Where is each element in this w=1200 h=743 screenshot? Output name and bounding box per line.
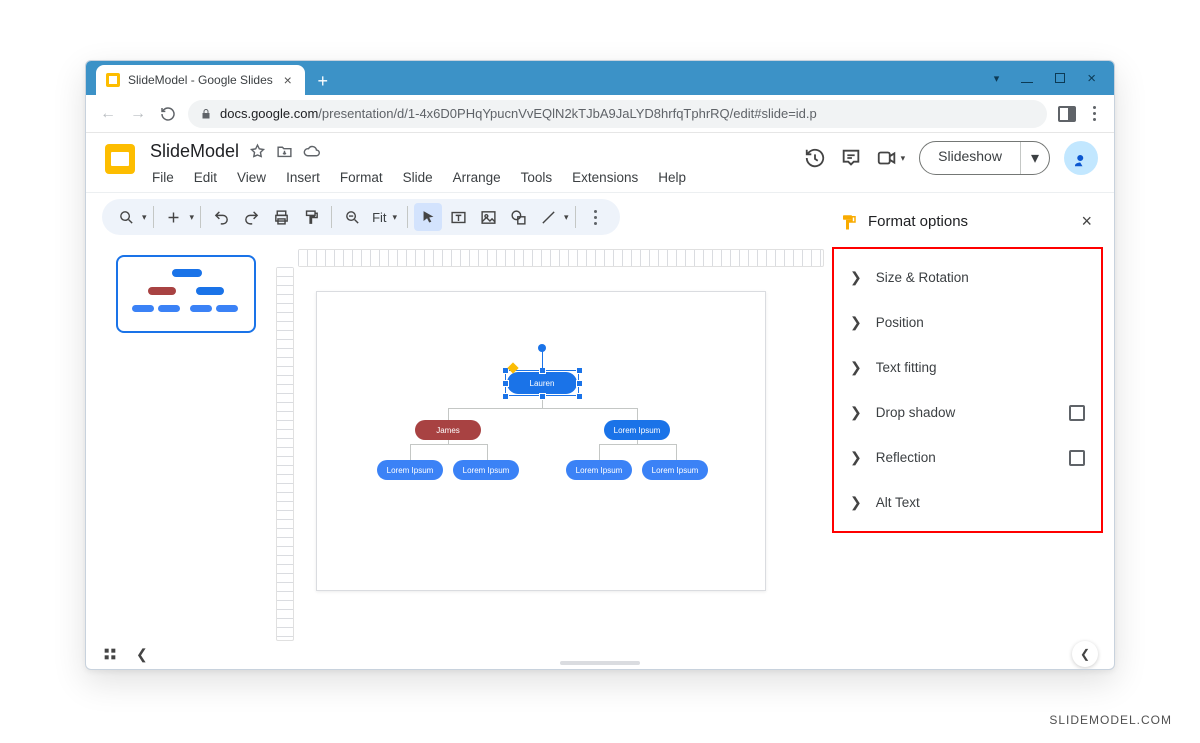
more-tools-icon[interactable] <box>582 203 610 231</box>
org-node-right[interactable]: Lorem Ipsum <box>604 420 670 440</box>
slide-panel: 1 <box>86 241 276 641</box>
slide-canvas[interactable]: Lauren James Lorem Ipsum Lorem Ipsum Lor… <box>316 291 766 591</box>
lock-icon <box>200 108 212 120</box>
paint-format-button[interactable] <box>297 203 325 231</box>
app-header: SlideModel File Edit View Insert Format … <box>86 133 1114 192</box>
doc-title[interactable]: SlideModel <box>150 141 239 162</box>
menu-extensions[interactable]: Extensions <box>570 167 640 188</box>
browser-navbar: ← → docs.google.com/presentation/d/1-4x6… <box>86 95 1114 133</box>
slideshow-label[interactable]: Slideshow <box>920 142 1020 174</box>
insert-shape-button[interactable] <box>504 203 532 231</box>
rotation-handle-icon[interactable] <box>538 344 546 352</box>
menu-slide[interactable]: Slide <box>401 167 435 188</box>
canvas-area: Lauren James Lorem Ipsum Lorem Ipsum Lor… <box>276 241 826 641</box>
chevron-right-icon: ❯ <box>850 449 862 466</box>
star-icon[interactable] <box>249 143 266 160</box>
redo-button[interactable] <box>237 203 265 231</box>
menu-edit[interactable]: Edit <box>192 167 219 188</box>
panel-title: Format options <box>868 213 968 230</box>
org-leaf[interactable]: Lorem Ipsum <box>377 460 443 480</box>
history-icon[interactable] <box>804 147 826 169</box>
share-button[interactable] <box>1064 141 1098 175</box>
sidepanel-icon[interactable] <box>1057 104 1077 124</box>
option-reflection[interactable]: ❯ Reflection <box>834 435 1101 480</box>
menu-format[interactable]: Format <box>338 167 385 188</box>
menu-arrange[interactable]: Arrange <box>451 167 503 188</box>
zoom-select[interactable]: Fit▾ <box>368 210 401 225</box>
menu-view[interactable]: View <box>235 167 268 188</box>
option-size-rotation[interactable]: ❯ Size & Rotation <box>834 255 1101 300</box>
org-leaf[interactable]: Lorem Ipsum <box>566 460 632 480</box>
paint-roller-icon <box>840 213 858 231</box>
slides-favicon-icon <box>106 73 120 87</box>
reflection-checkbox[interactable] <box>1069 450 1085 466</box>
slideshow-dropdown[interactable]: ▾ <box>1020 142 1049 174</box>
option-position[interactable]: ❯ Position <box>834 300 1101 345</box>
minimize-icon[interactable] <box>1021 82 1033 83</box>
org-node-left[interactable]: James <box>415 420 481 440</box>
watermark: SLIDEMODEL.COM <box>1049 713 1172 727</box>
select-tool-button[interactable] <box>414 203 442 231</box>
print-button[interactable] <box>267 203 295 231</box>
move-folder-icon[interactable] <box>276 143 293 160</box>
highlight-box: ❯ Size & Rotation ❯ Position ❯ Text fitt… <box>832 247 1103 533</box>
nav-back-icon[interactable]: ← <box>98 104 118 124</box>
org-leaf[interactable]: Lorem Ipsum <box>453 460 519 480</box>
slides-logo-icon[interactable] <box>102 141 138 177</box>
explore-fab-icon[interactable]: ❮ <box>1072 641 1098 667</box>
meet-icon[interactable]: ▾ <box>876 147 906 169</box>
search-menu-button[interactable] <box>112 203 140 231</box>
cloud-saved-icon[interactable] <box>303 143 320 160</box>
org-leaf[interactable]: Lorem Ipsum <box>642 460 708 480</box>
insert-image-button[interactable] <box>474 203 502 231</box>
undo-button[interactable] <box>207 203 235 231</box>
menu-help[interactable]: Help <box>656 167 688 188</box>
close-tab-icon[interactable]: × <box>281 72 295 88</box>
new-slide-button[interactable] <box>160 203 188 231</box>
url-bar[interactable]: docs.google.com/presentation/d/1-4x6D0PH… <box>188 100 1047 128</box>
tab-title: SlideModel - Google Slides <box>128 73 273 87</box>
maximize-icon[interactable] <box>1055 73 1065 83</box>
browser-titlebar: SlideModel - Google Slides × + ▾ × <box>86 61 1114 95</box>
slide-thumbnail[interactable] <box>116 255 256 333</box>
menu-bar: File Edit View Insert Format Slide Arran… <box>150 167 688 188</box>
browser-menu-icon[interactable] <box>1087 104 1102 123</box>
new-tab-button[interactable]: + <box>309 67 337 95</box>
slideshow-button[interactable]: Slideshow ▾ <box>919 141 1050 175</box>
ruler-horizontal <box>298 249 824 267</box>
chevron-right-icon: ❯ <box>850 359 862 376</box>
chevron-right-icon: ❯ <box>850 404 862 421</box>
notes-resize-handle[interactable] <box>560 661 640 665</box>
nav-reload-icon[interactable] <box>158 104 178 124</box>
menu-file[interactable]: File <box>150 167 176 188</box>
chevron-down-icon[interactable]: ▾ <box>994 72 1000 85</box>
option-alt-text[interactable]: ❯ Alt Text <box>834 480 1101 525</box>
nav-forward-icon[interactable]: → <box>128 104 148 124</box>
workspace: 1 <box>86 241 1114 641</box>
window-close-icon[interactable]: × <box>1087 70 1096 87</box>
chevron-right-icon: ❯ <box>850 314 862 331</box>
chevron-right-icon: ❯ <box>850 494 862 511</box>
grid-view-icon[interactable] <box>102 646 118 662</box>
prev-slide-icon[interactable]: ❮ <box>136 646 148 663</box>
option-text-fitting[interactable]: ❯ Text fitting <box>834 345 1101 390</box>
chevron-right-icon: ❯ <box>850 269 862 286</box>
option-drop-shadow[interactable]: ❯ Drop shadow <box>834 390 1101 435</box>
format-options-panel: Format options × ❯ Size & Rotation ❯ Pos… <box>826 197 1106 641</box>
menu-insert[interactable]: Insert <box>284 167 322 188</box>
url-text: docs.google.com/presentation/d/1-4x6D0PH… <box>220 106 817 121</box>
insert-line-button[interactable] <box>534 203 562 231</box>
app-footer: ❮ ❮ <box>86 639 1114 669</box>
window-controls: ▾ × <box>994 61 1114 95</box>
browser-tab[interactable]: SlideModel - Google Slides × <box>96 65 305 95</box>
ruler-vertical <box>276 267 294 641</box>
comments-icon[interactable] <box>840 147 862 169</box>
zoom-out-icon[interactable] <box>338 203 366 231</box>
menu-tools[interactable]: Tools <box>519 167 555 188</box>
drop-shadow-checkbox[interactable] <box>1069 405 1085 421</box>
textbox-button[interactable] <box>444 203 472 231</box>
close-panel-icon[interactable]: × <box>1081 211 1092 232</box>
browser-window: SlideModel - Google Slides × + ▾ × ← → d… <box>85 60 1115 670</box>
